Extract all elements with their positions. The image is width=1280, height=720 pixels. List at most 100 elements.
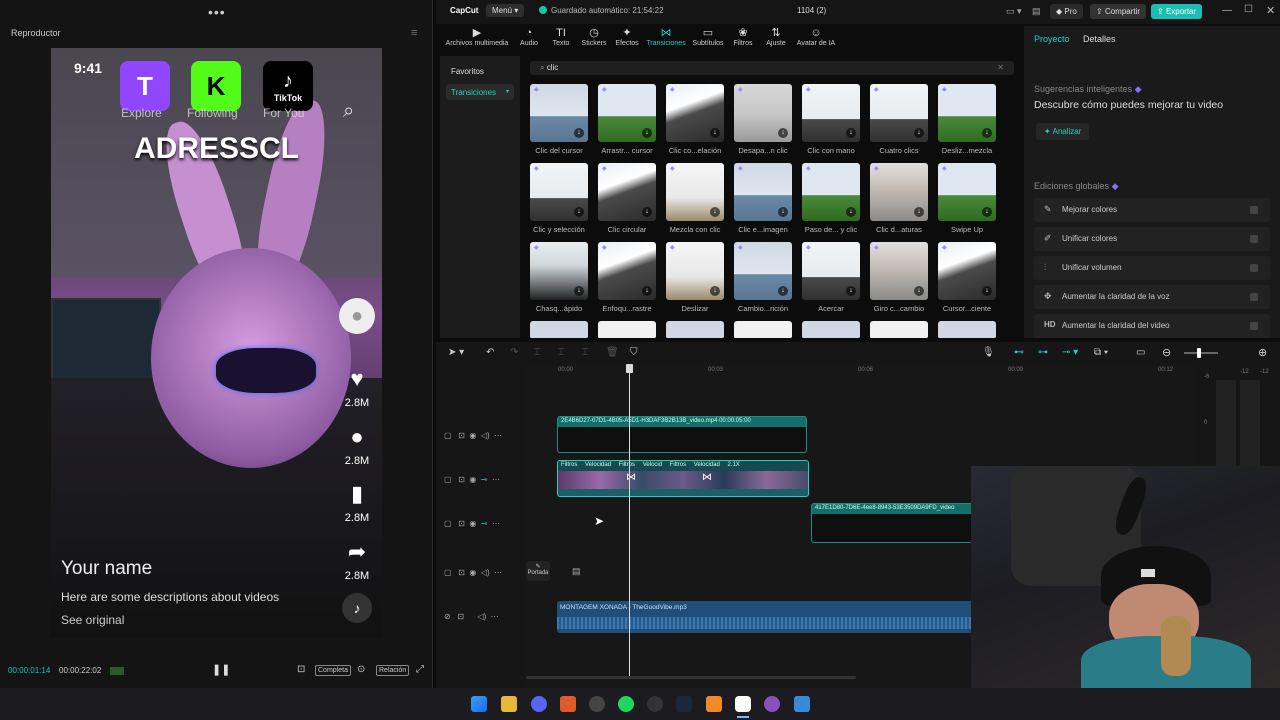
global-enhance-colors[interactable]: ✎ Mejorar colores (1034, 198, 1270, 222)
transition-thumbnail[interactable]: ↓ ◆ (802, 242, 860, 300)
obs-icon[interactable] (647, 696, 663, 712)
playhead[interactable] (629, 366, 630, 676)
cover-button[interactable]: ✎ Portada (526, 561, 550, 581)
toggle[interactable] (1250, 293, 1258, 301)
transition-thumbnail[interactable]: ↓ ◆ (530, 163, 588, 221)
capcut-taskbar-icon[interactable] (735, 696, 751, 712)
tab-following[interactable]: Following (187, 106, 238, 120)
undo-icon[interactable]: ↶ (486, 347, 494, 358)
track-visibility-icon[interactable]: ▢ ⊡ ◉ ◁) ⋯ (444, 568, 502, 577)
transition-thumbnail[interactable]: ↓ ◆ (870, 163, 928, 221)
full-quality-button[interactable]: Completa (315, 665, 351, 676)
app-icon[interactable] (764, 696, 780, 712)
transition-thumbnail[interactable]: ↓ ◆ (666, 163, 724, 221)
tab-explore[interactable]: Explore (121, 106, 162, 120)
download-icon[interactable]: ↓ (710, 128, 720, 138)
global-unify-volume[interactable]: ⫶ Unificar volumen (1034, 256, 1270, 280)
transition-thumbnail[interactable] (938, 321, 996, 338)
profile-button[interactable]: ● (337, 298, 377, 334)
transition-thumbnail[interactable]: ↓ ◆ (802, 163, 860, 221)
toggle[interactable] (1250, 264, 1258, 272)
pause-icon[interactable]: ❚❚ (212, 663, 230, 676)
download-icon[interactable]: ↓ (982, 207, 992, 217)
transition-thumbnail[interactable]: ↓ ◆ (734, 242, 792, 300)
playhead-handle[interactable] (626, 364, 633, 373)
transition-thumbnail[interactable]: ↓ ◆ (598, 84, 656, 142)
tab-details[interactable]: Detalles (1083, 34, 1116, 44)
zoom-in-icon[interactable]: ⊕ (1258, 346, 1267, 359)
transition-marker-icon[interactable]: ⋈ (626, 472, 636, 483)
horizontal-scrollbar[interactable] (526, 676, 856, 679)
like-button[interactable]: ♥ 2.8M (337, 361, 377, 409)
download-icon[interactable]: ↓ (710, 286, 720, 296)
tool-filters[interactable]: ❀ Filtros (730, 26, 756, 47)
focus-icon[interactable]: ⊙ (357, 664, 365, 675)
transition-marker-icon[interactable]: ⋈ (702, 472, 712, 483)
transition-thumbnail[interactable]: ↓ ◆ (938, 84, 996, 142)
export-button[interactable]: ⇪ Exportar (1151, 4, 1203, 19)
file-explorer-icon[interactable] (501, 696, 517, 712)
delete-icon[interactable]: 🗑 (606, 347, 619, 358)
transition-thumbnail[interactable]: ↓ ◆ (938, 163, 996, 221)
tool-media[interactable]: ▶ Archivos multimedia (442, 26, 512, 47)
transition-thumbnail[interactable]: ↓ ◆ (938, 242, 996, 300)
download-icon[interactable]: ↓ (914, 128, 924, 138)
clear-icon[interactable]: ✕ (997, 63, 1004, 72)
video-clip-with-effects[interactable]: Filtros Velocidad Filtros Velocid Filtro… (557, 460, 809, 497)
video-preview[interactable]: 9:41 T K ♪ TikTok Explore Following For … (51, 48, 382, 638)
brave-icon[interactable] (560, 696, 576, 712)
download-icon[interactable]: ↓ (846, 128, 856, 138)
download-icon[interactable]: ↓ (642, 207, 652, 217)
windows-start-icon[interactable] (471, 696, 487, 712)
spotify-icon[interactable] (618, 696, 634, 712)
transition-thumbnail[interactable]: ↓ ◆ (530, 242, 588, 300)
transition-thumbnail[interactable] (802, 321, 860, 338)
download-icon[interactable]: ↓ (574, 207, 584, 217)
minimize-icon[interactable]: — (1222, 5, 1232, 16)
track-visibility-icon[interactable]: ▢ ⊡ ◉ ⊸ ⋯ (444, 519, 500, 528)
aspect-ratio-button[interactable]: Relación (376, 665, 410, 676)
download-icon[interactable]: ↓ (914, 207, 924, 217)
menu-icon[interactable]: ≡ (411, 27, 417, 39)
download-icon[interactable]: ↓ (846, 286, 856, 296)
maximize-icon[interactable]: ☐ (1244, 4, 1253, 15)
transition-thumbnail[interactable]: ↓ ◆ (734, 163, 792, 221)
crop-icon[interactable]: ⊡ (297, 664, 305, 675)
zoom-out-icon[interactable]: ⊖ (1162, 346, 1171, 359)
app-icon[interactable] (706, 696, 722, 712)
transition-thumbnail[interactable]: ↓ ◆ (598, 163, 656, 221)
transition-thumbnail[interactable]: ↓ ◆ (530, 84, 588, 142)
track-visibility-icon[interactable]: ▢ ⊡ ◉ ⊸ ⋯ (444, 475, 500, 484)
pro-button[interactable]: ◆ Pro (1050, 4, 1083, 19)
analyze-button[interactable]: ✦ Analizar (1036, 123, 1090, 140)
comment-button[interactable]: ● 2.8M (337, 419, 377, 467)
close-icon[interactable]: ✕ (1266, 4, 1275, 17)
shield-icon[interactable]: ⛉ (630, 347, 638, 358)
project-name[interactable]: 1104 (2) (797, 6, 826, 15)
download-icon[interactable]: ↓ (914, 286, 924, 296)
share-button[interactable]: ➦ 2.8M (337, 534, 377, 582)
see-original-link[interactable]: See original (61, 613, 124, 627)
preview-axis-icon[interactable]: ⧉ ▾ (1094, 347, 1108, 358)
search-icon[interactable]: ⌕ (343, 100, 354, 123)
split-left-icon[interactable]: ⌶ (558, 347, 564, 358)
transition-thumbnail[interactable]: ↓ ◆ (870, 242, 928, 300)
download-icon[interactable]: ↓ (710, 207, 720, 217)
track-visibility-icon[interactable]: ▢ ⊡ ◉ ◁) ⋯ (444, 431, 502, 440)
tool-ai-avatar[interactable]: ☺ Avatar de IA (794, 26, 838, 47)
download-icon[interactable]: ↓ (642, 286, 652, 296)
shortcuts-icon[interactable]: ▤ (1032, 6, 1041, 17)
transition-thumbnail[interactable] (734, 321, 792, 338)
tool-transitions[interactable]: ⋈ Transiciones (644, 26, 688, 47)
transition-thumbnail[interactable] (530, 321, 588, 338)
window-drag-dots[interactable]: ••• (208, 4, 226, 20)
transition-thumbnail[interactable]: ↓ ◆ (870, 84, 928, 142)
tool-audio[interactable]: ◔ Audio (516, 26, 542, 47)
download-icon[interactable]: ↓ (574, 128, 584, 138)
split-right-icon[interactable]: ⌶ (582, 347, 588, 358)
caption-icon[interactable]: ▭ (1136, 347, 1145, 358)
chrome-icon[interactable] (589, 696, 605, 712)
redo-icon[interactable]: ↷ (510, 347, 518, 358)
notepad-icon[interactable] (794, 696, 810, 712)
download-icon[interactable]: ↓ (982, 286, 992, 296)
